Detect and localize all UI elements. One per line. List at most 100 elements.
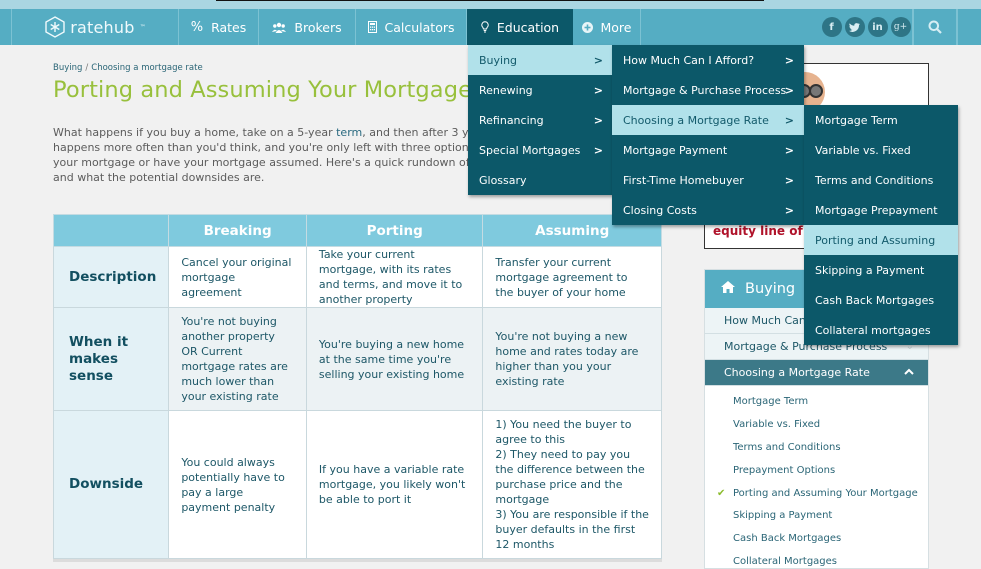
trademark: ™ [139,23,146,31]
menu-item-prepayment[interactable]: Mortgage Prepayment [804,195,958,225]
chevron-right-icon: > [784,203,794,217]
sidebar-subitem-current[interactable]: ✔ Porting and Assuming Your Mortgage [705,482,928,505]
chevron-up-icon [904,367,914,378]
chevron-right-icon: > [593,143,603,157]
menu-item-terms-conditions[interactable]: Terms and Conditions [804,165,958,195]
breadcrumb: Buying / Choosing a mortgage rate [53,63,203,73]
row-label-description: Description [52,246,170,308]
ratehub-logo-icon [45,16,65,38]
menu-item-afford[interactable]: How Much Can I Afford? > [612,45,804,75]
nav-rates-label: Rates [211,19,247,35]
lightbulb-icon [481,21,489,33]
checkmark-icon: ✔ [717,487,726,499]
menu-item-special-mortgages[interactable]: Special Mortgages > [468,135,613,165]
table-row: Downside You could always potentially ha… [52,410,662,559]
page-title: Porting and Assuming Your Mortgage [53,77,473,103]
chevron-right-icon: > [593,53,603,67]
menu-item-collateral[interactable]: Collateral mortgages [804,315,958,345]
menu-item-renewing[interactable]: Renewing > [468,75,613,105]
term-link[interactable]: term [336,126,362,139]
sidebar-subitem-label: Prepayment Options [733,464,836,476]
menu-item-mortgage-term[interactable]: Mortgage Term [804,105,958,135]
sidebar-subitem[interactable]: Mortgage Term [705,390,928,413]
chevron-right-icon: > [593,83,603,97]
table-row: When it makes sense You're not buying an… [52,307,662,411]
menu-item-porting-assuming[interactable]: Porting and Assuming [804,225,958,255]
twitter-icon[interactable] [844,17,865,37]
intro-paragraph: What happens if you buy a home, take on … [53,125,483,185]
menu-item-purchase-process[interactable]: Mortgage & Purchase Process > [612,75,804,105]
calculator-icon [367,21,377,33]
binoculars-icon [809,84,823,98]
intro-line: and what the potential downsides are. [53,171,265,184]
divider [216,0,764,1]
table-cell: If you have a variable rate mortgage, yo… [305,410,484,559]
table-cell: 1) You need the buyer to agree to this 2… [482,410,662,559]
sidebar-subitem[interactable]: Prepayment Options [705,459,928,482]
menu-item-label: Mortgage & Purchase Process [623,83,787,97]
menu-item-refinancing[interactable]: Refinancing > [468,105,613,135]
nav-brokers[interactable]: Brokers [259,9,356,45]
sidebar-section-choosing-rate[interactable]: Choosing a Mortgage Rate [705,360,928,386]
sidebar-subitem[interactable]: Terms and Conditions [705,436,928,459]
search-button[interactable] [913,9,957,45]
menu-item-mortgage-payment[interactable]: Mortgage Payment > [612,135,804,165]
menu-item-skipping-payment[interactable]: Skipping a Payment [804,255,958,285]
nav-calculators[interactable]: Calculators [356,9,467,45]
menu-item-label: Buying [479,53,518,67]
menu-item-cash-back[interactable]: Cash Back Mortgages [804,285,958,315]
breadcrumb-buying[interactable]: Buying [53,63,82,73]
menu-item-label: First-Time Homebuyer [623,173,744,187]
menu-item-label: Refinancing [479,113,544,127]
nav-rates[interactable]: % Rates [179,9,259,45]
intro-line: What happens if you buy a home, take on … [53,125,483,140]
sidebar-subitem-label: Mortgage Term [733,395,809,407]
menu-item-buying[interactable]: Buying > [468,45,613,75]
row-label-when-it-makes-sense: When it makes sense [52,307,170,411]
table-cell: Transfer your current mortgage agreement… [482,246,662,308]
percent-icon: % [190,19,204,35]
menu-item-first-time[interactable]: First-Time Homebuyer > [612,165,804,195]
logo: ratehub ™ [44,16,146,38]
sidebar-subitem[interactable]: Cash Back Mortgages [705,527,928,550]
nav-brokers-label: Brokers [294,19,342,35]
menu-item-label: Skipping a Payment [815,263,925,277]
menu-item-label: Special Mortgages [479,143,581,157]
nav-spacer [0,9,12,45]
nav-spacer [957,9,981,45]
table-row: Description Cancel your original mortgag… [52,246,662,308]
search-icon [928,20,942,34]
sidebar-subitem-label: Variable vs. Fixed [733,418,821,430]
chevron-right-icon: > [784,53,794,67]
table-header-breaking: Breaking [168,214,307,247]
breadcrumb-choosing-rate[interactable]: Choosing a mortgage rate [91,63,202,73]
menu-item-closing-costs[interactable]: Closing Costs > [612,195,804,225]
menu-item-label: Cash Back Mortgages [815,293,935,307]
linkedin-icon[interactable]: in [867,17,888,37]
menu-item-label: How Much Can I Afford? [623,53,755,67]
sidebar-subitem[interactable]: Collateral Mortgages [705,550,928,569]
row-label-text: When it makes sense [69,333,129,384]
menu-item-choosing-rate[interactable]: Choosing a Mortgage Rate > [612,105,804,135]
sidebar-subitem[interactable]: Variable vs. Fixed [705,413,928,436]
sidebar-subitem-label: Cash Back Mortgages [733,533,842,545]
chevron-right-icon: > [593,113,603,127]
menu-item-label: Variable vs. Fixed [815,143,911,157]
menu-item-glossary[interactable]: Glossary [468,165,613,195]
sidebar-subitem[interactable]: Skipping a Payment [705,504,928,527]
logo-link[interactable]: ratehub ™ [12,9,179,45]
sidebar-subitem-label: Skipping a Payment [733,510,833,522]
nav-more[interactable]: More [573,9,641,45]
menu-item-label: Closing Costs [623,203,697,217]
buying-submenu: How Much Can I Afford? > Mortgage & Purch… [612,45,804,225]
chevron-right-icon: > [784,83,794,97]
facebook-icon[interactable]: f [821,17,842,37]
intro-line: happens more often than you'd think, and… [53,141,483,154]
menu-item-variable-fixed[interactable]: Variable vs. Fixed [804,135,958,165]
table-cell: Cancel your original mortgage agreement [168,246,307,308]
nav-education[interactable]: Education [467,9,573,45]
google-plus-icon[interactable]: g+ [890,17,911,37]
table-header-porting: Porting [305,214,484,247]
table-cell: You could always potentially have to pay… [168,410,307,559]
